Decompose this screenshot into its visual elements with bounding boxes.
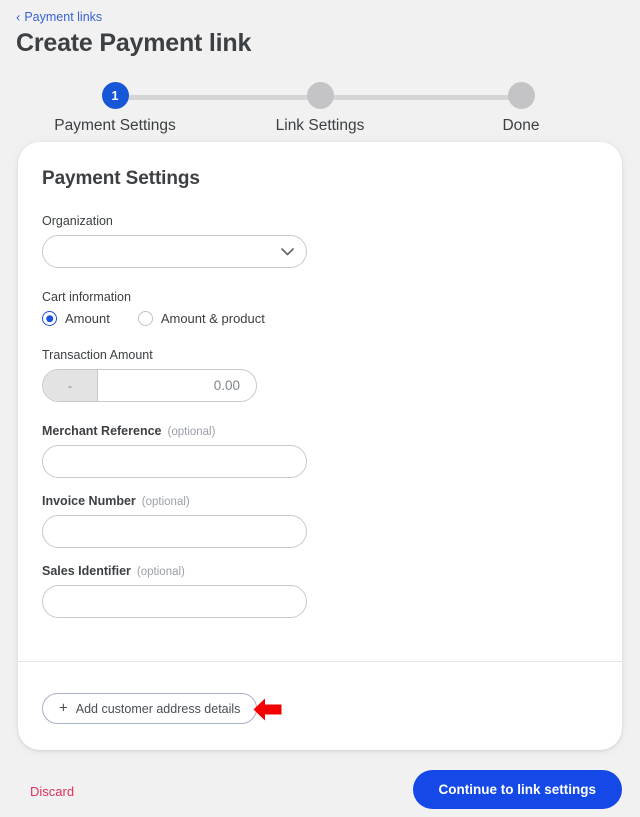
payment-settings-form: Organization Cart information Amount Amo… [42, 214, 332, 618]
sales-identifier-optional: (optional) [136, 566, 185, 578]
plus-icon: + [59, 699, 68, 717]
chevron-left-icon: ‹ [16, 9, 21, 25]
breadcrumb[interactable]: ‹ Payment links [16, 11, 102, 24]
organization-label: Organization [42, 214, 332, 228]
cart-information-radio-group: Amount Amount & product [42, 311, 332, 326]
radio-icon-amount-and-product[interactable] [137, 311, 153, 326]
merchant-reference-label-text: Merchant Reference [42, 424, 162, 438]
radio-icon-amount[interactable] [42, 311, 57, 326]
stepper-label-3: Done [502, 117, 540, 134]
organization-select[interactable] [42, 235, 307, 268]
sales-identifier-input[interactable] [42, 585, 307, 618]
invoice-number-input[interactable] [42, 515, 307, 548]
cart-information-label-text: Cart information [42, 290, 131, 304]
transaction-amount-field[interactable]: - 0.00 [42, 369, 257, 402]
stepper-dot-1: 1 [101, 82, 129, 109]
page-title: Create Payment link [16, 29, 252, 57]
organization-label-text: Organization [42, 214, 113, 228]
stepper-dot-2 [306, 82, 334, 109]
sales-identifier-label: Sales Identifier (optional) [42, 564, 332, 578]
stepper-step-link-settings[interactable]: Link Settings [245, 82, 395, 135]
stepper-label-2: Link Settings [275, 117, 365, 134]
card-divider [18, 661, 622, 662]
stepper-label-1: Payment Settings [54, 117, 176, 134]
transaction-amount-input[interactable]: 0.00 [98, 370, 256, 401]
merchant-reference-input[interactable] [42, 445, 307, 478]
sales-identifier-label-text: Sales Identifier [42, 564, 131, 578]
breadcrumb-label: Payment links [24, 10, 103, 25]
add-customer-address-details-label: Add customer address details [75, 701, 241, 716]
radio-option-amount[interactable]: Amount [42, 311, 110, 326]
invoice-number-optional: (optional) [141, 496, 190, 508]
stepper-dot-3 [507, 82, 535, 109]
radio-option-amount-and-product[interactable]: Amount & product [137, 311, 265, 326]
stepper: 1 Payment Settings Link Settings Done [0, 82, 640, 134]
merchant-reference-label: Merchant Reference (optional) [42, 424, 332, 438]
payment-settings-card: Payment Settings Organization Cart infor… [18, 142, 622, 750]
radio-label-amount-and-product: Amount & product [160, 311, 265, 326]
transaction-amount-label-text: Transaction Amount [42, 348, 153, 362]
stepper-step-payment-settings[interactable]: 1 Payment Settings [40, 82, 190, 135]
radio-label-amount: Amount [65, 311, 110, 326]
organization-select-wrap [42, 235, 307, 268]
footer: Discard Continue to link settings [0, 762, 640, 817]
card-title: Payment Settings [42, 168, 200, 189]
cart-information-label: Cart information [42, 290, 332, 304]
invoice-number-label: Invoice Number (optional) [42, 494, 332, 508]
continue-to-link-settings-button[interactable]: Continue to link settings [412, 770, 622, 809]
discard-button[interactable]: Discard [30, 785, 74, 798]
stepper-step-done[interactable]: Done [446, 82, 596, 135]
merchant-reference-optional: (optional) [167, 426, 216, 438]
arrow-left-icon [252, 694, 283, 725]
transaction-amount-label: Transaction Amount [42, 348, 332, 362]
currency-prefix[interactable]: - [43, 370, 98, 401]
add-customer-address-details-button[interactable]: + Add customer address details [42, 693, 258, 724]
invoice-number-label-text: Invoice Number [42, 494, 136, 508]
